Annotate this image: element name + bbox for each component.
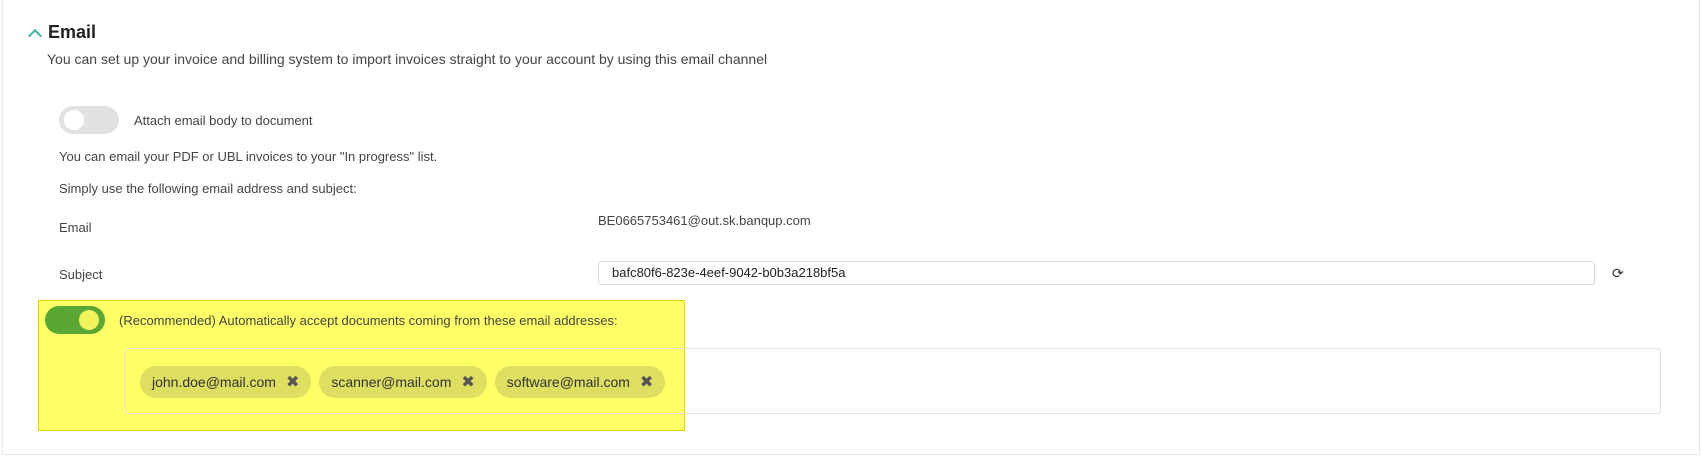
attach-body-label: Attach email body to document <box>134 113 313 128</box>
remove-icon[interactable]: ✖ <box>461 372 474 392</box>
info-text-1: You can email your PDF or UBL invoices t… <box>59 149 438 164</box>
section-description: You can set up your invoice and billing … <box>47 51 768 67</box>
auto-accept-label: (Recommended) Automatically accept docum… <box>119 313 618 328</box>
chevron-up-icon[interactable] <box>27 28 43 43</box>
email-tag-label: john.doe@mail.com <box>152 374 276 390</box>
subject-label: Subject <box>59 267 103 282</box>
accepted-addresses-list: john.doe@mail.com ✖ scanner@mail.com ✖ s… <box>140 366 666 398</box>
email-tag[interactable]: scanner@mail.com ✖ <box>319 366 487 398</box>
toggle-knob <box>79 310 99 330</box>
subject-field[interactable]: bafc80f6-823e-4eef-9042-b0b3a218bf5a <box>598 261 1595 285</box>
email-section-header[interactable]: Email <box>27 22 97 43</box>
refresh-icon[interactable]: ⟳ <box>1612 266 1626 280</box>
auto-accept-toggle[interactable] <box>45 306 105 334</box>
section-title: Email <box>48 22 97 42</box>
email-tag-label: scanner@mail.com <box>331 374 452 390</box>
remove-icon[interactable]: ✖ <box>286 372 299 392</box>
remove-icon[interactable]: ✖ <box>640 372 653 392</box>
email-label: Email <box>59 220 92 235</box>
toggle-knob <box>64 110 84 130</box>
email-address-value: BE0665753461@out.sk.banqup.com <box>598 213 811 228</box>
attach-body-toggle[interactable] <box>59 106 119 134</box>
info-text-2: Simply use the following email address a… <box>59 181 357 196</box>
email-tag[interactable]: software@mail.com ✖ <box>494 366 666 398</box>
email-tag[interactable]: john.doe@mail.com ✖ <box>140 366 312 398</box>
email-tag-label: software@mail.com <box>506 374 630 390</box>
